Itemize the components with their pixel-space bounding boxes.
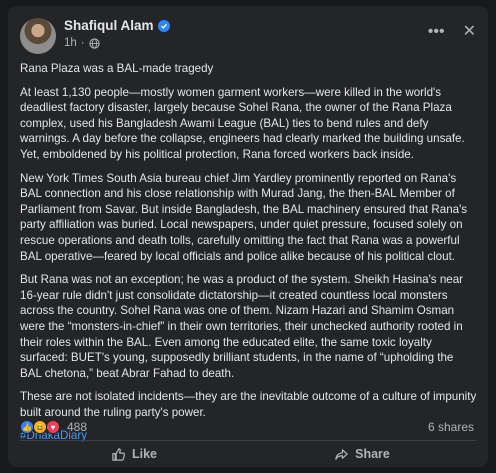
reaction-count: 488 <box>67 420 88 434</box>
like-label: Like <box>131 447 157 461</box>
divider <box>20 440 476 441</box>
shares-count[interactable]: 6 shares <box>428 420 474 434</box>
post-actions: Like Share <box>20 443 476 465</box>
post-card: Shafiqul Alam 1h · ••• ✕ Rana Plaza was … <box>8 6 488 467</box>
author-row: Shafiqul Alam <box>64 18 170 33</box>
love-reaction-icon: ♥ <box>46 420 60 434</box>
thumbs-up-icon <box>112 447 126 461</box>
verified-badge-icon <box>157 19 170 32</box>
post-title-line: Rana Plaza was a BAL-made tragedy <box>20 62 214 75</box>
like-reaction-icon: 👍 <box>20 420 34 434</box>
close-icon[interactable]: ✕ <box>463 24 476 40</box>
more-dots-icon[interactable]: ••• <box>428 24 445 40</box>
post-time[interactable]: 1h <box>64 37 77 49</box>
share-button[interactable]: Share <box>248 443 476 465</box>
globe-icon <box>89 37 100 49</box>
share-label: Share <box>355 447 390 461</box>
post-header: Shafiqul Alam 1h · ••• ✕ <box>20 16 476 56</box>
author-name[interactable]: Shafiqul Alam <box>64 18 154 33</box>
post-paragraph: But Rana was not an exception; he was a … <box>20 273 464 380</box>
post-paragraph: These are not isolated incidents—they ar… <box>20 390 477 419</box>
share-arrow-icon <box>335 448 348 460</box>
haha-reaction-icon: 😆 <box>33 420 47 434</box>
post-paragraph: At least 1,130 people—mostly women garme… <box>20 85 465 161</box>
like-button[interactable]: Like <box>20 443 248 465</box>
post-body: Rana Plaza was a BAL-made tragedy At lea… <box>20 61 478 452</box>
post-meta: 1h · <box>64 37 100 49</box>
reactions-summary[interactable]: 👍 😆 ♥ 488 <box>20 420 87 434</box>
post-paragraph: New York Times South Asia bureau chief J… <box>20 171 468 263</box>
author-avatar[interactable] <box>20 18 56 54</box>
